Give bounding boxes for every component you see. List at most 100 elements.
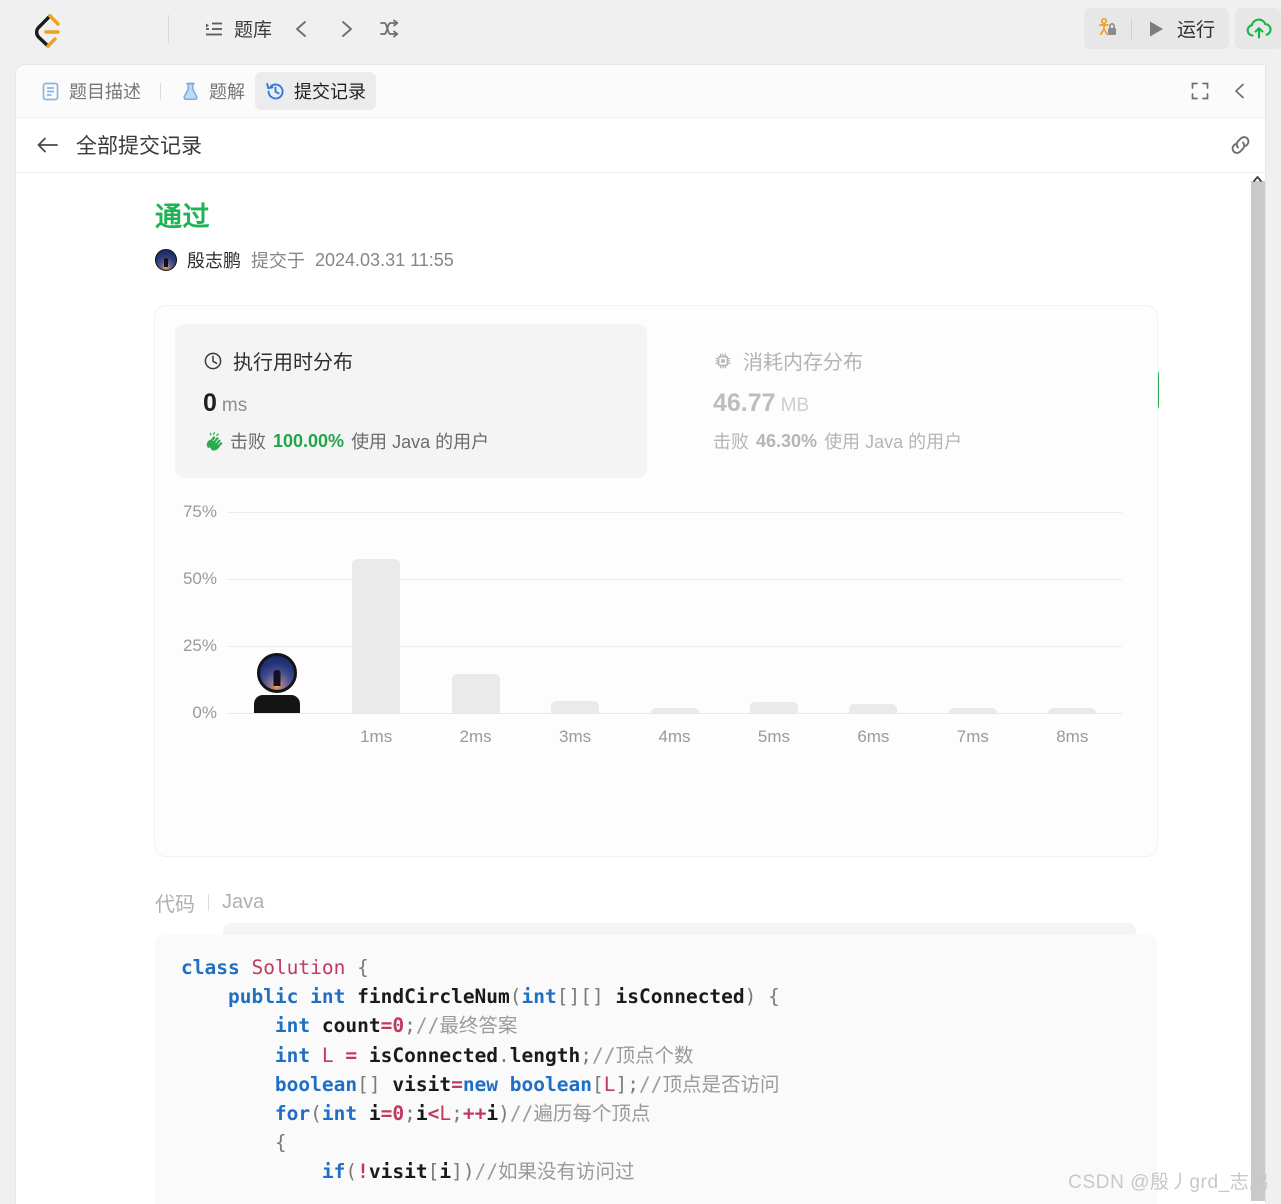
- runtime-unit: ms: [221, 395, 248, 416]
- collapse-panel-icon[interactable]: [1223, 74, 1257, 108]
- runtime-beat-row: 击败 100.00% 使用 Java 的用户: [203, 428, 647, 454]
- code-language: Java: [222, 891, 265, 913]
- memory-beat-percent: 46.30%: [756, 430, 818, 451]
- memory-title-row: 消耗内存分布: [713, 346, 1157, 375]
- code-header-divider: [208, 894, 209, 911]
- clock-icon: [203, 351, 223, 371]
- next-problem-button[interactable]: [324, 9, 368, 49]
- run-group: 运行: [1083, 8, 1229, 49]
- tab-description-label: 题目描述: [69, 82, 141, 102]
- back-to-all-submissions[interactable]: 全部提交记录: [36, 130, 202, 160]
- list-icon: [203, 18, 225, 40]
- chart-bar[interactable]: [551, 700, 600, 713]
- memory-value: 46.77: [713, 389, 776, 417]
- chart-y-tick: 25%: [182, 636, 217, 656]
- chart-x-tick: 2ms: [459, 727, 492, 746]
- chart-bar[interactable]: [849, 703, 898, 713]
- chip-icon: [713, 351, 733, 371]
- cloud-upload-icon: [1243, 16, 1273, 42]
- chart-bar[interactable]: [352, 559, 401, 713]
- verdict-status: 通过: [155, 202, 210, 232]
- submission-body: 通过 殷志鹏 提交于 2024.03.31 11:55 执行用时分布 0 ms …: [16, 173, 1265, 1204]
- problemset-button[interactable]: 题库: [195, 9, 280, 48]
- scroll-up-arrow-icon[interactable]: [1251, 173, 1264, 187]
- run-button[interactable]: 运行: [1132, 8, 1229, 49]
- chart-y-tick: 0%: [192, 703, 217, 722]
- debug-lock-icon[interactable]: [1084, 8, 1131, 49]
- problemset-label: 题库: [234, 20, 273, 41]
- username[interactable]: 殷志鹏: [187, 247, 241, 273]
- arrow-left-icon: [36, 135, 60, 155]
- runtime-beat-label: 击败: [230, 432, 266, 452]
- user-avatar-marker[interactable]: [256, 653, 297, 693]
- code-block[interactable]: class Solution { public int findCircleNu…: [155, 935, 1157, 1204]
- fullscreen-icon[interactable]: [1183, 74, 1217, 108]
- code-label: 代码: [155, 894, 195, 916]
- runtime-distribution-chart[interactable]: 0% 25% 50% 75% 1ms 2ms 3ms 4ms 5ms 6ms 7ms 8ms: [155, 481, 1157, 761]
- history-icon: [265, 81, 286, 102]
- panel-tab-bar: 题目描述 题解 提交记录: [16, 65, 1265, 118]
- memory-beat-row: 击败 46.30% 使用 Java 的用户: [713, 428, 1157, 454]
- top-actions: 运行: [1083, 0, 1281, 57]
- flask-icon: [180, 81, 201, 102]
- problemset-nav-group: 题库: [195, 9, 412, 49]
- stats-row: 执行用时分布 0 ms 击败 100.00% 使用 Java 的用户 消耗内存分…: [155, 306, 1157, 478]
- submit-button[interactable]: [1235, 8, 1281, 49]
- memory-beat-suffix: 使用 Java 的用户: [824, 432, 963, 452]
- distribution-card: 执行用时分布 0 ms 击败 100.00% 使用 Java 的用户 消耗内存分…: [155, 306, 1157, 856]
- content-scrollbar[interactable]: [1251, 173, 1265, 1204]
- submissions-subheader: 全部提交记录: [16, 118, 1265, 173]
- code-section-header: 代码 Java: [155, 888, 1251, 917]
- runtime-beat-percent: 100.00%: [273, 430, 345, 451]
- code-text: class Solution { public int findCircleNu…: [181, 956, 780, 1184]
- runtime-title-row: 执行用时分布: [203, 346, 647, 375]
- clap-icon: [203, 431, 223, 451]
- tab-submissions-label: 提交记录: [294, 82, 366, 102]
- chart-bar[interactable]: [451, 674, 500, 713]
- top-navigation-bar: 题库 运行: [0, 0, 1281, 57]
- chart-x-tick: 4ms: [658, 727, 691, 746]
- memory-stat-card[interactable]: 消耗内存分布 46.77 MB 击败 46.30% 使用 Java 的用户: [685, 324, 1157, 478]
- chart-x-tick: 8ms: [1056, 727, 1089, 746]
- chart-bar[interactable]: [948, 707, 997, 713]
- chart-gridline: [227, 512, 1122, 514]
- memory-title: 消耗内存分布: [743, 352, 863, 374]
- user-avatar[interactable]: [155, 249, 177, 271]
- run-label: 运行: [1176, 20, 1215, 41]
- tab-solutions[interactable]: 题解: [170, 72, 255, 110]
- tab-submissions[interactable]: 提交记录: [255, 72, 376, 110]
- submitted-prefix: 提交于: [251, 251, 305, 271]
- app-root: 题库 运行 题目描述 题解 提交记录 全部提交记录 通过 殷志鹏 提交于 202…: [0, 0, 1281, 1204]
- memory-beat-label: 击败: [713, 432, 749, 452]
- chart-x-tick: 1ms: [360, 727, 393, 746]
- chart-y-tick: 50%: [182, 569, 217, 589]
- scrollbar-thumb[interactable]: [1251, 181, 1265, 1201]
- leetcode-logo[interactable]: [0, 0, 96, 57]
- toolbar-divider: [168, 14, 169, 43]
- description-icon: [40, 81, 61, 102]
- runtime-beat-suffix: 使用 Java 的用户: [351, 432, 490, 452]
- tab-divider: [160, 82, 161, 100]
- runtime-value: 0: [203, 389, 217, 417]
- prev-problem-button[interactable]: [280, 9, 324, 49]
- chart-bar[interactable]: [749, 702, 798, 713]
- runtime-value-row: 0 ms: [203, 389, 647, 418]
- runtime-stat-card[interactable]: 执行用时分布 0 ms 击败 100.00% 使用 Java 的用户: [175, 324, 647, 478]
- submission-panel: 题目描述 题解 提交记录 全部提交记录 通过 殷志鹏 提交于 2024.03.3…: [16, 65, 1265, 1204]
- chart-x-tick: 5ms: [757, 727, 790, 746]
- view-more-button[interactable]: 查看更多: [155, 1187, 1157, 1204]
- submission-header: 通过 殷志鹏 提交于 2024.03.31 11:55: [16, 173, 1251, 273]
- submission-timestamp: 2024.03.31 11:55: [315, 249, 454, 270]
- memory-unit: MB: [780, 395, 810, 416]
- random-problem-button[interactable]: [368, 9, 412, 49]
- chart-bar[interactable]: [650, 707, 699, 713]
- chart-x-tick: 6ms: [857, 727, 890, 746]
- subheader-title: 全部提交记录: [76, 135, 202, 158]
- runtime-title: 执行用时分布: [233, 352, 353, 374]
- tab-solutions-label: 题解: [209, 82, 245, 102]
- tab-description[interactable]: 题目描述: [30, 72, 151, 110]
- chart-highlight-bar: [253, 695, 300, 713]
- chart-x-tick: 3ms: [558, 727, 592, 746]
- chart-bar[interactable]: [1048, 707, 1097, 713]
- link-icon[interactable]: [1227, 132, 1254, 159]
